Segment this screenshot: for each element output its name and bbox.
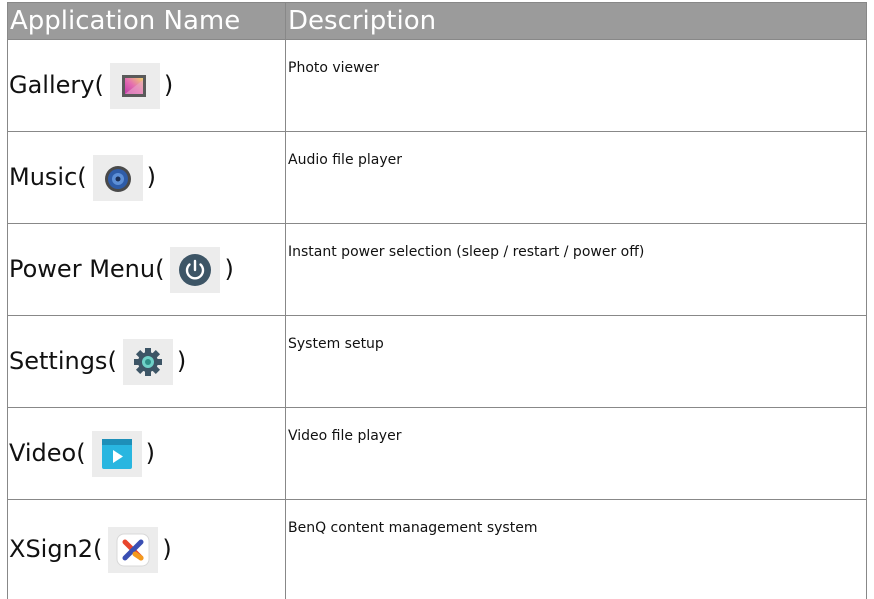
app-name-close: ) — [177, 347, 186, 375]
app-name-cell: Music( ) — [8, 132, 286, 224]
table-row: Gallery( ) Photo viewer — [8, 40, 867, 132]
power-icon — [170, 247, 220, 293]
app-description: Photo viewer — [286, 40, 867, 132]
xsign-icon — [108, 527, 158, 573]
app-table: Application Name Description Gallery( — [7, 2, 867, 599]
app-description: Instant power selection (sleep / restart… — [286, 224, 867, 316]
app-description: Video file player — [286, 408, 867, 500]
app-name: Power Menu( — [9, 255, 164, 283]
app-description: BenQ content management system — [286, 500, 867, 599]
video-play-icon — [92, 431, 142, 477]
app-name: Video( — [9, 439, 86, 467]
app-name-cell: Power Menu( ) — [8, 224, 286, 316]
app-description: Audio file player — [286, 132, 867, 224]
app-description: System setup — [286, 316, 867, 408]
app-name: XSign2( — [9, 535, 102, 563]
table-row: XSign2( ) BenQ content management system — [8, 500, 867, 599]
app-name-cell: Gallery( ) — [8, 40, 286, 132]
table-row: Video( ) Video file player — [8, 408, 867, 500]
table-row: Settings( — [8, 316, 867, 408]
table-row: Power Menu( ) Instant power selection (s… — [8, 224, 867, 316]
app-name-close: ) — [147, 163, 156, 191]
gear-icon — [123, 339, 173, 385]
app-name-close: ) — [162, 535, 171, 563]
app-name-close: ) — [146, 439, 155, 467]
app-name: Settings( — [9, 347, 117, 375]
app-name: Gallery( — [9, 71, 104, 99]
app-name: Music( — [9, 163, 87, 191]
app-name-cell: Settings( — [8, 316, 286, 408]
app-name-close: ) — [164, 71, 173, 99]
speaker-icon — [93, 155, 143, 201]
app-name-cell: Video( ) — [8, 408, 286, 500]
app-name-close: ) — [224, 255, 233, 283]
table-header-row: Application Name Description — [8, 3, 867, 40]
header-application-name: Application Name — [8, 3, 286, 40]
header-description: Description — [286, 3, 867, 40]
gallery-icon — [110, 63, 160, 109]
app-name-cell: XSign2( ) — [8, 500, 286, 599]
table-row: Music( ) Audio file player — [8, 132, 867, 224]
